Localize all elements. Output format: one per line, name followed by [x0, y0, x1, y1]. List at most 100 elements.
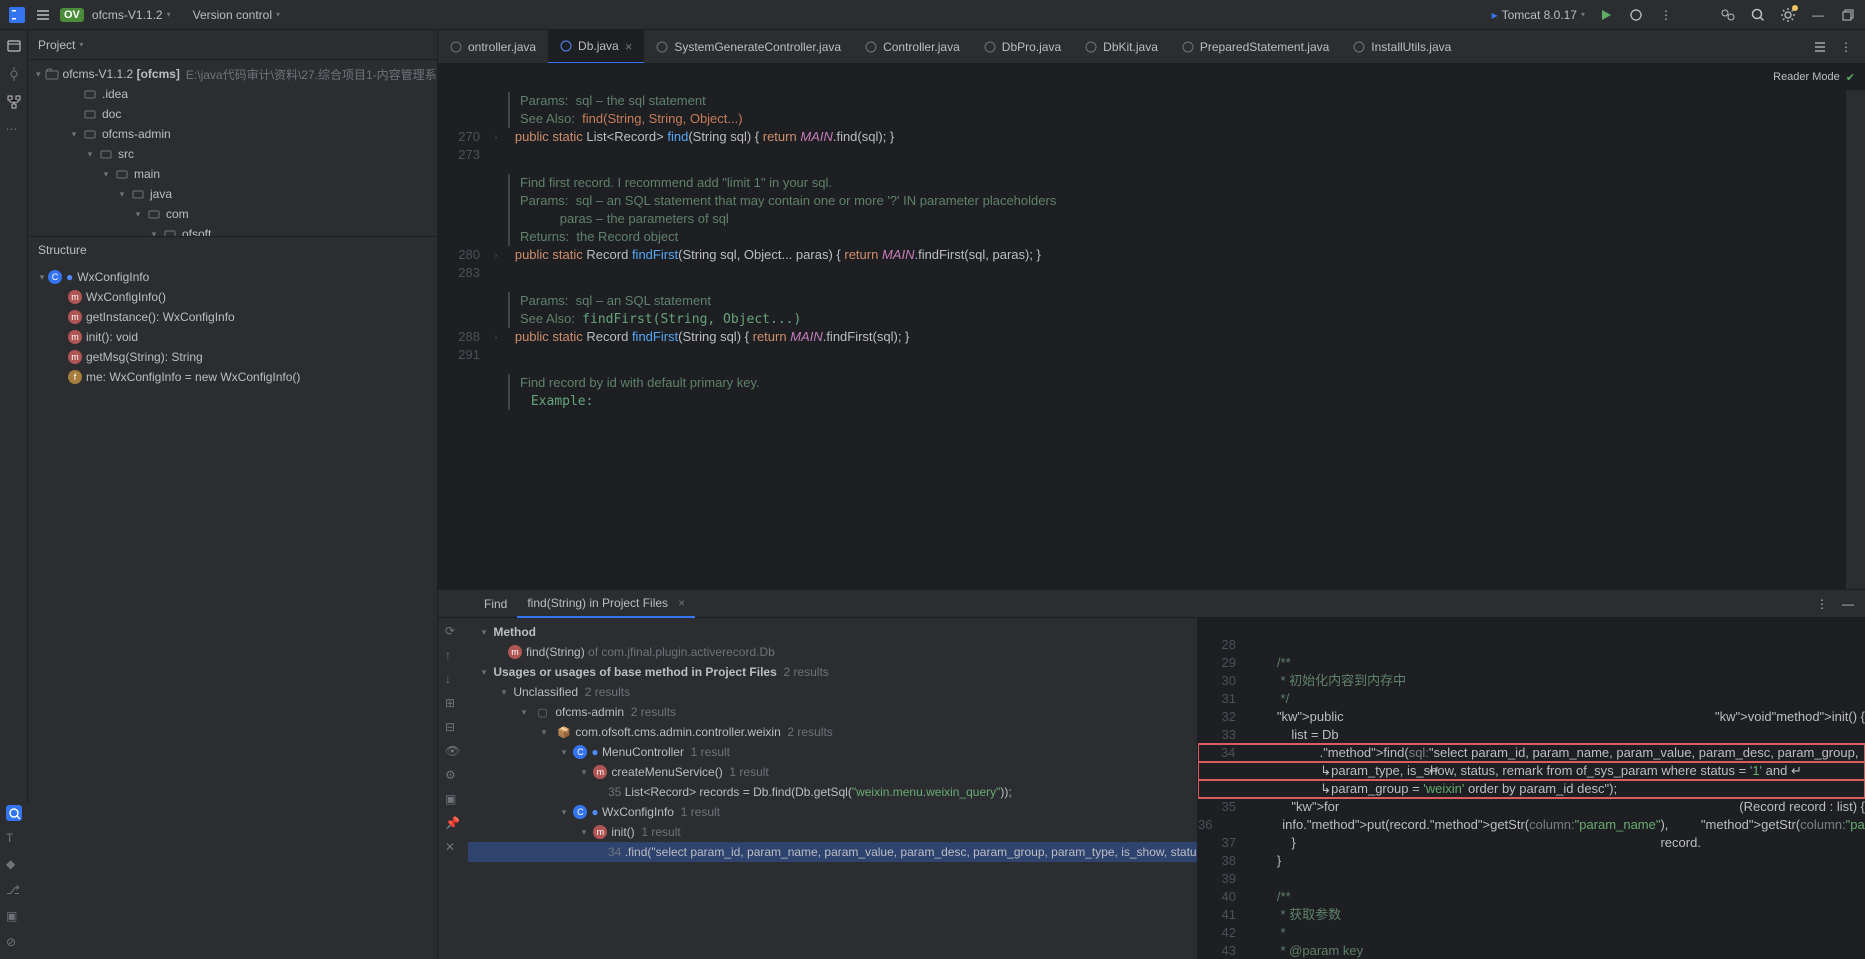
- find-package[interactable]: ▾ 📦com.ofsoft.cms.admin.controller.weixi…: [468, 722, 1197, 742]
- find-class-menu[interactable]: ▾ C● MenuController 1 result: [468, 742, 1197, 762]
- structure-member[interactable]: minit(): void: [28, 327, 437, 347]
- editor-tab[interactable]: Controller.java: [853, 30, 972, 64]
- project-name-dropdown[interactable]: ofcms-V1.1.2▾: [92, 8, 171, 22]
- find-hide-icon[interactable]: —: [1839, 595, 1857, 613]
- refresh-icon[interactable]: ⟳: [445, 624, 461, 640]
- project-tree[interactable]: ▾ ofcms-V1.1.2 [ofcms] E:\java代码审计\资料\27…: [28, 60, 437, 236]
- tree-item[interactable]: ▾main: [28, 164, 437, 184]
- find-usage-2[interactable]: 34 .find("select param_id, param_name, p…: [468, 842, 1197, 862]
- structure-class[interactable]: ▾ C ● WxConfigInfo: [28, 267, 437, 287]
- preview-line[interactable]: 40 /**: [1198, 888, 1865, 906]
- preview-line[interactable]: ↳param_type, is_show, status, remark fro…: [1198, 762, 1865, 780]
- vcs-dropdown[interactable]: Version control▾: [193, 8, 280, 22]
- filter-icon[interactable]: ▣: [445, 792, 461, 808]
- preview-line[interactable]: 41 * 获取参数: [1198, 906, 1865, 924]
- tree-item[interactable]: ▾com: [28, 204, 437, 224]
- preview-line[interactable]: 31 */: [1198, 690, 1865, 708]
- editor-tab[interactable]: PreparedStatement.java: [1170, 30, 1341, 64]
- search-icon[interactable]: [1749, 6, 1767, 24]
- find-results-tree[interactable]: ▾ Method mfind(String) of com.jfinal.plu…: [468, 618, 1197, 959]
- reader-mode-label[interactable]: Reader Mode: [1773, 71, 1840, 83]
- editor-tab[interactable]: ontroller.java: [438, 30, 548, 64]
- find-tool-icon[interactable]: [6, 805, 22, 821]
- editor-tab[interactable]: DbKit.java: [1073, 30, 1170, 64]
- main-menu-icon[interactable]: [34, 6, 52, 24]
- preview-line[interactable]: [1198, 618, 1865, 636]
- minimize-icon[interactable]: —: [1809, 6, 1827, 24]
- ide-logo-icon[interactable]: [8, 6, 26, 24]
- project-view-dropdown[interactable]: Project ▾: [38, 38, 83, 52]
- services-tool-icon[interactable]: ◆: [6, 857, 22, 873]
- next-icon[interactable]: ↓: [445, 672, 461, 688]
- settings-icon[interactable]: [1779, 6, 1797, 24]
- editor-main[interactable]: Params: sql – the sql statement See Also…: [438, 90, 1845, 589]
- preview-line[interactable]: ↳param_group = 'weixin' order by param_i…: [1198, 780, 1865, 798]
- preview-line[interactable]: 38 }: [1198, 852, 1865, 870]
- structure-member[interactable]: mgetMsg(String): String: [28, 347, 437, 367]
- tree-item[interactable]: .idea: [28, 84, 437, 104]
- structure-member[interactable]: mgetInstance(): WxConfigInfo: [28, 307, 437, 327]
- preview-line[interactable]: 39: [1198, 870, 1865, 888]
- find-usage-1[interactable]: 35 List<Record> records = Db.find(Db.get…: [468, 782, 1197, 802]
- editor-tab[interactable]: InstallUtils.java: [1341, 30, 1463, 64]
- find-tab-usages[interactable]: find(String) in Project Files×: [517, 590, 695, 618]
- structure-member[interactable]: fme: WxConfigInfo = new WxConfigInfo(): [28, 367, 437, 387]
- find-method[interactable]: mfind(String) of com.jfinal.plugin.activ…: [468, 642, 1197, 662]
- tree-item[interactable]: doc: [28, 104, 437, 124]
- close-icon[interactable]: ×: [625, 39, 633, 54]
- run-config-dropdown[interactable]: Tomcat 8.0.17▾: [1492, 8, 1585, 22]
- tree-item[interactable]: ▾java: [28, 184, 437, 204]
- preview-line[interactable]: 32 "kw">public "kw">void "method">init()…: [1198, 708, 1865, 726]
- preview-line[interactable]: 33 list = Db: [1198, 726, 1865, 744]
- find-options-icon[interactable]: ⋮: [1813, 595, 1831, 613]
- preview-line[interactable]: 37 }: [1198, 834, 1865, 852]
- usage-preview[interactable]: 2829 /**30 * 初始化内容到内存中31 */32 "kw">publi…: [1198, 618, 1865, 959]
- group-icon[interactable]: ⚙: [445, 768, 461, 784]
- build-tool-icon[interactable]: ▣: [6, 909, 22, 925]
- tab-options-icon[interactable]: ⋮: [1837, 38, 1855, 56]
- project-tool-icon[interactable]: [6, 38, 22, 54]
- preview-icon[interactable]: 👁: [445, 744, 461, 760]
- preview-line[interactable]: 29 /**: [1198, 654, 1865, 672]
- prev-icon[interactable]: ↑: [445, 648, 461, 664]
- preview-line[interactable]: 35 "kw">for (Record record : list) {: [1198, 798, 1865, 816]
- more-tools-icon[interactable]: ⋯: [6, 122, 22, 138]
- find-tab-find[interactable]: Find: [474, 590, 517, 618]
- preview-line[interactable]: 28: [1198, 636, 1865, 654]
- problems-tool-icon[interactable]: ⊘: [6, 935, 22, 951]
- find-module[interactable]: ▾ ▢ofcms-admin 2 results: [468, 702, 1197, 722]
- find-method-create[interactable]: ▾ mcreateMenuService() 1 result: [468, 762, 1197, 782]
- preview-line[interactable]: 42 *: [1198, 924, 1865, 942]
- find-unclassified[interactable]: ▾ Unclassified 2 results: [468, 682, 1197, 702]
- preview-line[interactable]: 30 * 初始化内容到内存中: [1198, 672, 1865, 690]
- pin-icon[interactable]: 📌: [445, 816, 461, 832]
- tree-item[interactable]: ▾src: [28, 144, 437, 164]
- collapse-icon[interactable]: ⊟: [445, 720, 461, 736]
- find-usages-header[interactable]: ▾ Usages or usages of base method in Pro…: [468, 662, 1197, 682]
- structure-member[interactable]: mWxConfigInfo(): [28, 287, 437, 307]
- close-find-icon[interactable]: ✕: [445, 840, 461, 856]
- structure-tool-icon[interactable]: [6, 94, 22, 110]
- expand-icon[interactable]: ⊞: [445, 696, 461, 712]
- terminal-tool-icon[interactable]: T: [6, 831, 22, 847]
- tree-root[interactable]: ▾ ofcms-V1.1.2 [ofcms] E:\java代码审计\资料\27…: [28, 64, 437, 84]
- find-class-wx[interactable]: ▾ C● WxConfigInfo 1 result: [468, 802, 1197, 822]
- code-with-me-icon[interactable]: [1719, 6, 1737, 24]
- editor-tab[interactable]: SystemGenerateController.java: [644, 30, 853, 64]
- preview-line[interactable]: 34 ."method">find( sql: "select param_id…: [1198, 744, 1865, 762]
- preview-line[interactable]: 36 info."method">put(record."method">get…: [1198, 816, 1865, 834]
- debug-icon[interactable]: [1627, 6, 1645, 24]
- structure-tree[interactable]: ▾ C ● WxConfigInfo mWxConfigInfo()mgetIn…: [28, 263, 437, 393]
- restore-icon[interactable]: [1839, 6, 1857, 24]
- editor-tab[interactable]: DbPro.java: [972, 30, 1073, 64]
- more-run-icon[interactable]: ⋮: [1657, 6, 1675, 24]
- commit-tool-icon[interactable]: [6, 66, 22, 82]
- git-tool-icon[interactable]: ⎇: [6, 883, 22, 899]
- find-method-init[interactable]: ▾ minit() 1 result: [468, 822, 1197, 842]
- tree-item[interactable]: ▾ofsoft: [28, 224, 437, 236]
- preview-line[interactable]: 43 * @param key: [1198, 942, 1865, 959]
- tab-list-icon[interactable]: [1811, 38, 1829, 56]
- editor-tab[interactable]: Db.java×: [548, 30, 644, 64]
- run-icon[interactable]: [1597, 6, 1615, 24]
- tree-item[interactable]: ▾ofcms-admin: [28, 124, 437, 144]
